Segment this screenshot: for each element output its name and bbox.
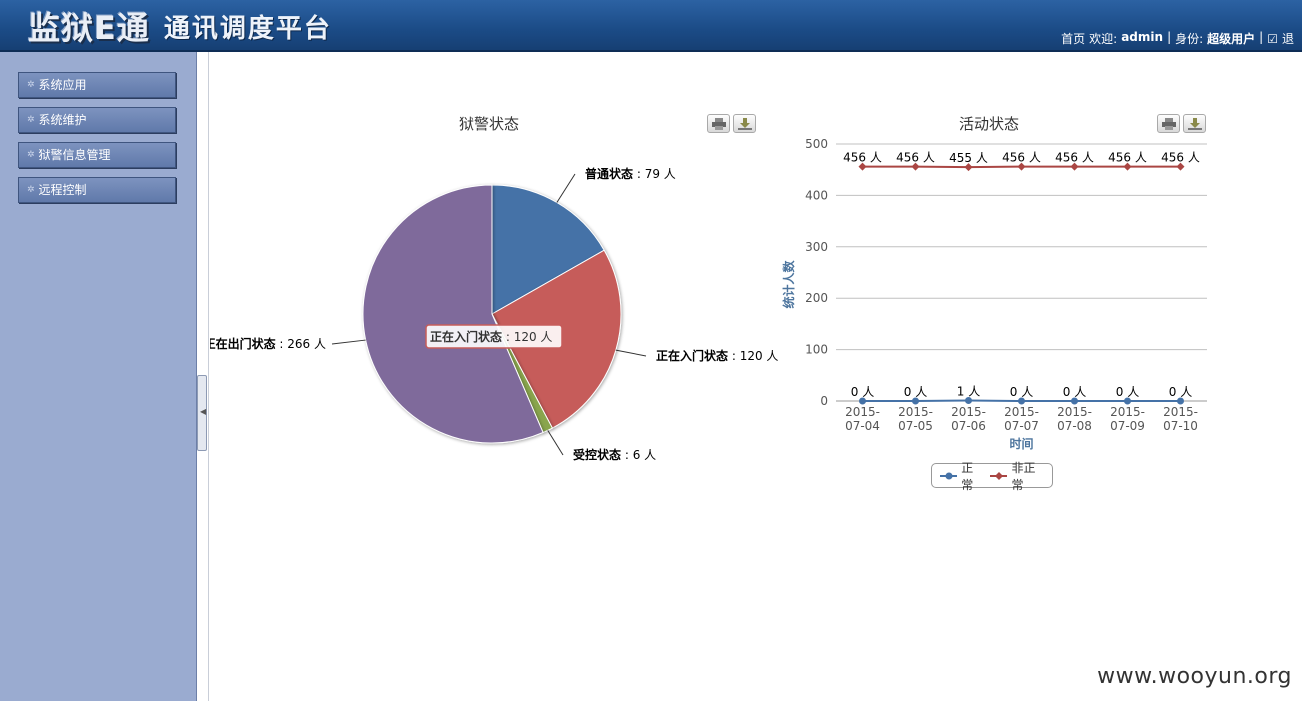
pie-connector [556, 173, 576, 203]
pie-data-label: 受控状态 : 6 人 [573, 447, 656, 462]
data-label: 0 人 [1169, 385, 1192, 399]
x-axis-title: 时间 [1009, 436, 1033, 451]
pie-connector [331, 339, 366, 345]
data-label: 1 人 [957, 384, 980, 398]
pie-data-label: 普通状态 : 79 人 [585, 166, 676, 181]
data-label: 456 人 [843, 151, 882, 165]
home-link[interactable]: 首页 [1061, 30, 1085, 47]
y-tick-label: 500 [805, 137, 828, 151]
download-icon [1188, 118, 1202, 130]
logout-link[interactable]: ☑ 退 [1267, 30, 1298, 47]
x-tick-label: 2015-07-04 [845, 405, 880, 433]
pie-chart: 普通状态 : 79 人正在入门状态 : 120 人受控状态 : 6 人 正在出门状… [210, 166, 778, 462]
user-bar: 首页 欢迎: admin | 身份: 超级用户 | ☑ 退 [1061, 30, 1302, 47]
sidebar-item-label: 远程控制 [38, 183, 87, 197]
data-label: 0 人 [1010, 385, 1033, 399]
watermark: www.wooyun.org [1097, 664, 1292, 689]
sidebar-item-system-maintenance[interactable]: ✲ 系统维护 [18, 107, 176, 133]
platform-title: 通讯调度平台 [163, 13, 332, 44]
y-tick-label: 0 [820, 394, 828, 408]
divider: | [1259, 30, 1264, 44]
pie-data-label: 正在入门状态 : 120 人 [656, 348, 778, 363]
legend-swatch [990, 471, 1008, 480]
sidebar: ✲ 系统应用 ✲ 系统维护 ✲ 狱警信息管理 ✲ 远程控制 [0, 52, 197, 701]
pie-connector [547, 430, 564, 456]
sidebar-item-remote-control[interactable]: ✲ 远程控制 [18, 177, 176, 203]
role-value: 超级用户 [1207, 32, 1256, 46]
legend-label: 正常 [961, 460, 974, 492]
y-tick-label: 300 [805, 240, 828, 254]
print-icon [712, 118, 726, 130]
sidebar-item-guard-info[interactable]: ✲ 狱警信息管理 [18, 142, 176, 168]
pie-data-label: 正在出门状态 : 266 人 [210, 336, 326, 351]
print-icon [1162, 118, 1176, 130]
bullet-icon: ✲ [27, 185, 35, 195]
pie-export-button[interactable] [733, 114, 756, 133]
y-tick-label: 400 [805, 188, 828, 202]
pie-tooltip: 正在入门状态 : 120 人 [425, 324, 563, 349]
username: admin [1121, 30, 1164, 44]
tooltip-text: 正在入门状态 : 120 人 [430, 329, 552, 344]
pie-connector [615, 349, 647, 357]
y-tick-label: 200 [805, 291, 828, 305]
sidebar-item-system-apps[interactable]: ✲ 系统应用 [18, 72, 176, 98]
content-border [208, 52, 209, 701]
data-label: 455 人 [949, 151, 988, 165]
bullet-icon: ✲ [27, 150, 35, 160]
sidebar-item-label: 系统维护 [38, 113, 87, 127]
welcome-label: 欢迎: [1089, 32, 1118, 46]
y-axis-title: 统计人数 [781, 260, 796, 309]
data-label: 0 人 [851, 385, 874, 399]
data-label: 0 人 [904, 385, 927, 399]
pie-print-button[interactable] [707, 114, 730, 133]
data-label: 456 人 [896, 151, 935, 165]
data-label: 456 人 [1108, 151, 1147, 165]
x-tick-label: 2015-07-10 [1163, 405, 1198, 433]
app-logo: 监狱E通 通讯调度平台 [28, 4, 332, 48]
download-icon [738, 118, 752, 130]
legend-item-normal[interactable]: 正常 [940, 459, 984, 493]
collapse-arrow-icon: ◀ [200, 407, 207, 416]
top-header: 监狱E通 通讯调度平台 首页 欢迎: admin | 身份: 超级用户 | ☑ 退 [0, 0, 1302, 52]
divider: | [1167, 30, 1172, 44]
data-label: 456 人 [1055, 151, 1094, 165]
x-tick-label: 2015-07-07 [1004, 405, 1039, 433]
line-chart-legend[interactable]: 正常 非正常 [931, 461, 1053, 492]
sidebar-item-label: 狱警信息管理 [38, 148, 111, 162]
sidebar-item-label: 系统应用 [38, 78, 87, 92]
bullet-icon: ✲ [27, 115, 35, 125]
y-tick-label: 100 [805, 343, 828, 357]
role-label: 身份: [1175, 32, 1204, 46]
bullet-icon: ✲ [27, 80, 35, 90]
data-label: 456 人 [1002, 151, 1041, 165]
line-chart: 0 100 200 300 400 500 2015-07-04 2015-07-05 2015… [781, 137, 1207, 451]
data-label: 0 人 [1063, 385, 1086, 399]
x-tick-label: 2015-07-08 [1057, 405, 1092, 433]
x-tick-label: 2015-07-06 [951, 405, 986, 433]
legend-label: 非正常 [1011, 460, 1036, 492]
pie-chart-title: 狱警状态 [459, 115, 520, 133]
sidebar-collapse-handle[interactable]: ◀ [197, 375, 207, 451]
logout-icon: ☑ [1267, 32, 1278, 46]
x-tick-label: 2015-07-05 [898, 405, 933, 433]
brand-name: 监狱E通 [28, 9, 150, 47]
data-label: 0 人 [1116, 385, 1139, 399]
legend-item-abnormal[interactable]: 非正常 [990, 459, 1046, 493]
legend-swatch [940, 472, 958, 479]
x-tick-label: 2015-07-09 [1110, 405, 1145, 433]
data-label: 456 人 [1161, 151, 1200, 165]
